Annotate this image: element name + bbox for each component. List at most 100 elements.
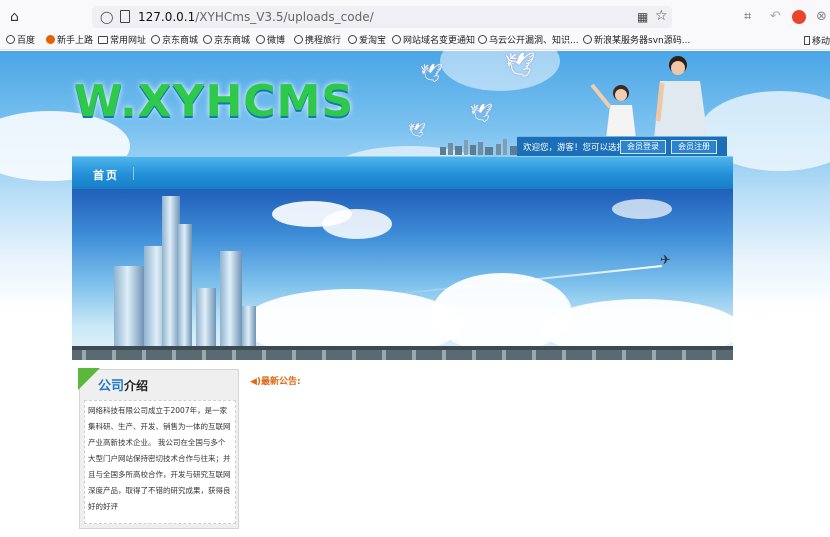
page-info-icon[interactable] (120, 10, 130, 23)
building (220, 251, 242, 346)
globe-icon (294, 35, 303, 44)
bookmarks-bar: 百度 新手上路 常用网址 京东商城 京东商城 微博 携程旅行 爱淘宝 网站域名变… (0, 32, 830, 50)
bookmark-folder[interactable]: 常用网址 (98, 34, 146, 48)
site-logo[interactable]: W.XYHCMS (74, 79, 354, 125)
panel-body: 网络科技有限公司成立于2007年，是一家集科研、生产、开发、销售为一体的互联网产… (84, 400, 236, 524)
url-host: 127.0.0.1 (138, 10, 196, 24)
bookmark-label: 京东商城 (162, 36, 199, 46)
bookmark-label: 京东商城 (214, 36, 251, 46)
web-page: W.XYHCMS 🕊 🕊 🕊 🕊 欢迎您，游客！您可以选择 会员登录 会员注册 … (0, 51, 830, 537)
bridge-pillar (322, 350, 326, 360)
bridge-pillar (592, 350, 596, 360)
bookmark-label: 新手上路 (57, 36, 94, 46)
bridge-pillar (202, 350, 206, 360)
member-login-bar: 欢迎您，游客！您可以选择 会员登录 会员注册 (517, 136, 727, 157)
screenshot-icon[interactable]: ⌗ (744, 9, 751, 24)
address-bar[interactable]: ◯ 127.0.0.1/XYHCms_V3.5/uploads_code/ ▦ … (92, 6, 672, 28)
bridge-pillar (502, 350, 506, 360)
bridge-pillar (652, 350, 656, 360)
bookmark-item[interactable]: 新浪某服务器svn源码... (583, 34, 690, 48)
bridge-pillar (562, 350, 566, 360)
dove-icon: 🕊 (408, 123, 426, 139)
bridge-pillar (112, 350, 116, 360)
dove-icon: 🕊 (505, 51, 536, 79)
bridge-pillar (412, 350, 416, 360)
bookmark-item[interactable]: 百度 (6, 34, 35, 48)
bookmark-label: 携程旅行 (305, 36, 342, 46)
welcome-text: 欢迎您，游客！您可以选择 (523, 143, 626, 153)
bridge (72, 346, 733, 360)
bridge-pillar (142, 350, 146, 360)
bookmark-item[interactable]: 新手上路 (46, 34, 93, 48)
dove-icon: 🕊 (470, 103, 493, 124)
latest-notice: ◀)最新公告: (250, 374, 301, 387)
bookmark-star-icon[interactable]: ☆ (655, 8, 668, 24)
bookmark-item[interactable]: 网站域名变更通知 (392, 34, 475, 48)
panel-title: 公司介绍 (98, 375, 148, 394)
globe-icon (256, 35, 265, 44)
bridge-pillar (382, 350, 386, 360)
url-text[interactable]: 127.0.0.1/XYHCms_V3.5/uploads_code/ (138, 9, 374, 25)
building (114, 266, 144, 346)
building (242, 306, 256, 346)
bookmark-label: 常用网址 (110, 36, 147, 46)
building (196, 288, 216, 346)
bridge-pillar (532, 350, 536, 360)
person-boy (654, 56, 708, 139)
company-intro-text: 网络科技有限公司成立于2007年，是一家集科研、生产、开发、销售为一体的互联网产… (88, 406, 231, 511)
undo-icon[interactable]: ↶ (770, 9, 781, 24)
main-navigation: 首页 (72, 156, 733, 189)
bridge-pillar (622, 350, 626, 360)
bookmark-label: 网站域名变更通知 (403, 36, 476, 46)
mobile-label: 移动 (811, 37, 830, 47)
bookmark-label: 爱淘宝 (359, 36, 387, 46)
bookmark-label: 乌云公开漏洞、知识... (489, 36, 579, 46)
bookmark-item[interactable]: 携程旅行 (294, 34, 341, 48)
cloud-shape (440, 51, 560, 91)
bookmark-label: 新浪某服务器svn源码... (594, 36, 691, 46)
bookmark-label: 微博 (267, 36, 286, 46)
panel-corner-tab (78, 368, 100, 390)
bridge-pillar (232, 350, 236, 360)
bridge-pillar (352, 350, 356, 360)
bookmark-item[interactable]: 爱淘宝 (348, 34, 386, 48)
globe-icon (478, 35, 487, 44)
person-girl (590, 83, 636, 139)
building (178, 224, 192, 346)
globe-icon (151, 35, 160, 44)
bridge-pillar (712, 350, 716, 360)
globe-icon (203, 35, 212, 44)
cloud-shape (612, 199, 672, 219)
firefox-icon (46, 35, 55, 44)
airplane-icon: ✈ (660, 253, 671, 268)
member-login-button[interactable]: 会员登录 (620, 140, 666, 154)
panel-title-highlight: 公司 (98, 379, 125, 394)
bridge-pillar (682, 350, 686, 360)
mobile-bookmarks[interactable]: 移动 (803, 34, 830, 47)
globe-icon (348, 35, 357, 44)
dove-icon: 🕊 (420, 63, 443, 84)
phone-icon (803, 36, 810, 45)
shield-icon[interactable]: ◯ (100, 10, 113, 24)
city-skyline (440, 139, 518, 155)
bridge-pillar (262, 350, 266, 360)
extension-icon[interactable]: ⊗ (816, 9, 827, 24)
bookmark-item[interactable]: 京东商城 (151, 34, 198, 48)
bookmark-item[interactable]: 微博 (256, 34, 285, 48)
cloud-shape (322, 209, 392, 239)
adblock-icon[interactable] (792, 10, 806, 24)
banner-image: ✈ (72, 189, 733, 360)
member-register-button[interactable]: 会员注册 (671, 140, 717, 154)
bridge-pillar (292, 350, 296, 360)
bookmark-label: 百度 (17, 36, 36, 46)
qr-code-icon[interactable]: ▦ (637, 10, 648, 24)
globe-icon (6, 35, 15, 44)
browser-toolbar: ⌂ ◯ 127.0.0.1/XYHCms_V3.5/uploads_code/ … (0, 0, 830, 32)
globe-icon (392, 35, 401, 44)
bookmark-item[interactable]: 乌云公开漏洞、知识... (478, 34, 579, 48)
bridge-pillar (82, 350, 86, 360)
nav-home-link[interactable]: 首页 (93, 167, 119, 183)
bookmark-item[interactable]: 京东商城 (203, 34, 250, 48)
home-icon[interactable]: ⌂ (10, 9, 26, 25)
bridge-pillar (472, 350, 476, 360)
